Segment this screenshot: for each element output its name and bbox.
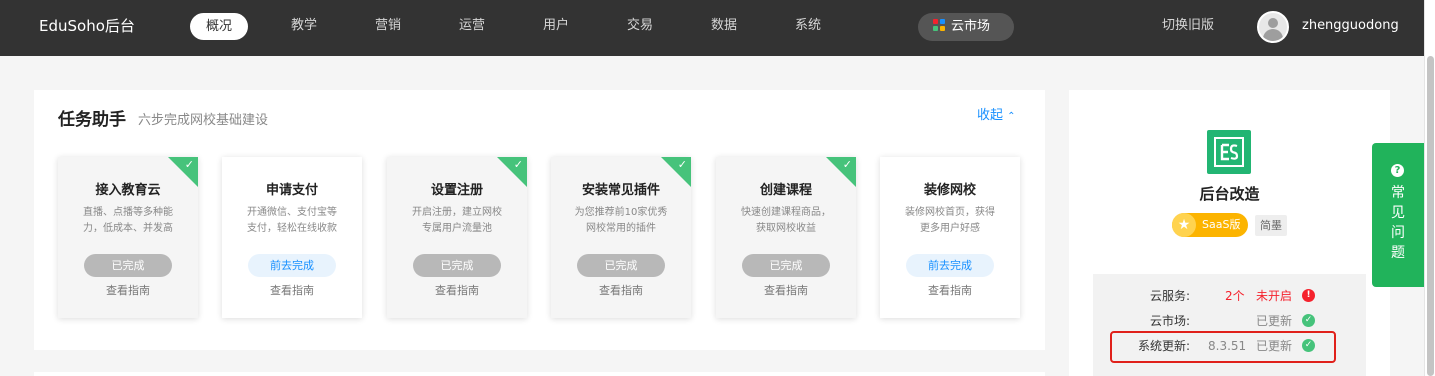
faq-label: 常 见 问 题 [1391,185,1405,261]
check-icon: ✓ [677,158,687,171]
scrollbar-thumb[interactable] [1427,56,1434,376]
step-title: 接入教育云 [95,183,161,198]
view-guide-link[interactable]: 查看指南 [551,283,691,299]
task-title: 任务助手 [58,110,126,130]
step-status-button[interactable]: 已完成 [742,254,830,277]
question-icon: ? [1391,164,1404,177]
cloud-market-state: 已更新 [1256,314,1293,328]
step-description: 开通微信、支付宝等 支付，轻松在线收款 [247,207,337,234]
collapse-label: 收起 [977,108,1004,123]
chevron-up-icon: ⌃ [1007,111,1016,122]
nav-item-overview[interactable]: 概况 [190,13,249,40]
switch-old-version-link[interactable]: 切换旧版 [1162,16,1214,36]
nav-item-trade[interactable]: 交易 [627,16,653,36]
page-scrollbar[interactable] [1424,0,1435,376]
step-status-button[interactable]: 已完成 [577,254,665,277]
cloud-market-label: 云市场 [951,19,991,34]
username[interactable]: zhengguodong [1302,16,1399,36]
step-status-button[interactable]: 已完成 [84,254,172,277]
saas-badge: ★ SaaS版 [1172,213,1248,237]
nav-item-teaching[interactable]: 教学 [291,16,317,36]
user-avatar-icon[interactable] [1257,11,1289,43]
site-info-panel: 后台改造 ★ SaaS版 简墨 云服务: 2个 未开启 ! 云市场: 已更新 ✓… [1069,90,1390,376]
step-title: 装修网校 [923,183,976,198]
cloud-service-label: 云服务: [1149,289,1190,303]
step-card-payment: 申请支付 开通微信、支付宝等 支付，轻松在线收款 前去完成 查看指南 [222,157,362,318]
check-circle-icon: ✓ [1302,314,1315,327]
task-subtitle: 六步完成网校基础建设 [138,113,269,128]
step-description: 快速创建课程商品， 获取网校收益 [741,207,831,234]
step-description: 直播、点播等多种能 力，低成本、并发高 [83,207,173,234]
step-card-decorate: 装修网校 装修网校首页，获得 更多用户好感 前去完成 查看指南 [880,157,1020,318]
plan-tag: 简墨 [1255,215,1287,236]
view-guide-link[interactable]: 查看指南 [222,283,362,299]
view-guide-link[interactable]: 查看指南 [716,283,856,299]
step-description: 开启注册，建立网校 专属用户流量池 [412,207,502,234]
collapse-button[interactable]: 收起 ⌃ [977,107,1016,126]
check-icon: ✓ [184,158,194,171]
step-description: 为您推荐前10家优秀 网校常用的插件 [574,207,668,234]
step-title: 安装常见插件 [581,183,660,198]
step-card-create-course: ✓ 创建课程 快速创建课程商品， 获取网校收益 已完成 查看指南 [716,157,856,318]
step-title: 创建课程 [759,183,812,198]
apps-grid-icon [933,19,945,31]
next-panel-edge [34,372,1045,376]
nav-item-marketing[interactable]: 营销 [375,16,401,36]
saas-badge-label: SaaS版 [1202,218,1241,231]
view-guide-link[interactable]: 查看指南 [880,283,1020,299]
highlight-annotation-box [1110,331,1336,363]
task-assistant-panel: 任务助手 六步完成网校基础建设 收起 ⌃ ✓ 接入教育云 直播、点播等多种能 力，… [34,90,1045,350]
check-icon: ✓ [842,158,852,171]
site-name: 后台改造 [1199,185,1260,203]
nav-item-data[interactable]: 数据 [711,16,737,36]
info-icon[interactable]: ! [1302,289,1315,302]
view-guide-link[interactable]: 查看指南 [58,283,198,299]
cloud-service-count: 2个 [1225,289,1245,303]
nav-item-users[interactable]: 用户 [543,16,569,36]
cloud-market-status-label: 云市场: [1149,314,1190,328]
site-logo[interactable] [1207,130,1251,174]
faq-floating-button[interactable]: ? 常 见 问 题 [1372,143,1424,287]
nav-item-operations[interactable]: 运营 [459,16,485,36]
brand-title[interactable]: EduSoho后台 [39,16,135,36]
step-card-registration: ✓ 设置注册 开启注册，建立网校 专属用户流量池 已完成 查看指南 [387,157,527,318]
star-icon: ★ [1172,213,1196,237]
nav-item-system[interactable]: 系统 [795,16,821,36]
step-status-button[interactable]: 已完成 [413,254,501,277]
step-description: 装修网校首页，获得 更多用户好感 [905,207,995,234]
step-card-education-cloud: ✓ 接入教育云 直播、点播等多种能 力，低成本、并发高 已完成 查看指南 [58,157,198,318]
step-title: 申请支付 [265,183,318,198]
cloud-service-state[interactable]: 未开启 [1256,287,1292,305]
cloud-market-button[interactable]: 云市场 [918,13,1014,41]
check-icon: ✓ [513,158,523,171]
step-title: 设置注册 [430,183,483,198]
go-complete-button[interactable]: 前去完成 [248,254,336,277]
go-complete-button[interactable]: 前去完成 [906,254,994,277]
step-card-plugins: ✓ 安装常见插件 为您推荐前10家优秀 网校常用的插件 已完成 查看指南 [551,157,691,318]
view-guide-link[interactable]: 查看指南 [387,283,527,299]
top-navbar: EduSoho后台 概况 教学 营销 运营 用户 交易 数据 系统 云市场 切换… [0,0,1435,56]
